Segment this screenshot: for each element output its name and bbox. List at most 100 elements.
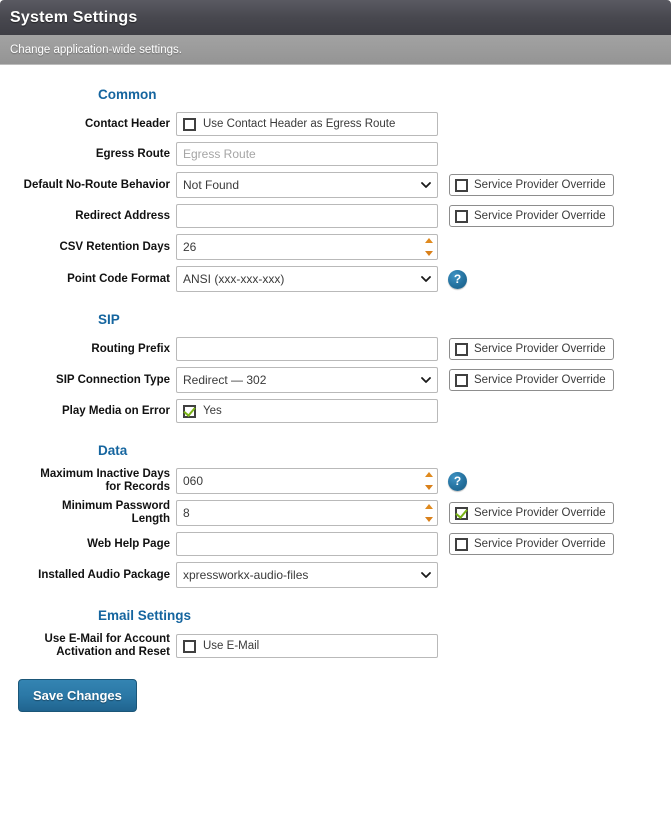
stepper-down-icon[interactable] [424,517,433,522]
override-label: Service Provider Override [474,538,606,550]
maximum-inactive-days-value: 060 [183,474,204,488]
override-label: Service Provider Override [474,210,606,222]
row-default-no-route-behavior: Default No-Route Behavior Not Found Serv… [0,172,671,198]
row-minimum-password-length: Minimum Password Length 8 Service Provid… [0,500,671,526]
override-checkbox[interactable] [455,209,468,223]
override-label: Service Provider Override [474,179,606,191]
help-icon[interactable]: ? [448,269,467,289]
label-installed-audio-package: Installed Audio Package [38,568,170,581]
minimum-password-length-override[interactable]: Service Provider Override [449,502,614,524]
stepper-up-icon[interactable] [424,504,433,509]
stepper-up-icon[interactable] [424,472,433,477]
play-media-on-error-checkbox-label: Yes [203,405,222,417]
row-maximum-inactive-days: Maximum Inactive Days for Records 060 ? [0,468,671,494]
label-line-2: for Records [105,481,170,493]
minimum-password-length-value: 8 [183,506,190,520]
chevron-down-icon [421,274,431,283]
window-titlebar: System Settings [0,0,671,35]
point-code-format-value: ANSI (xxx-xxx-xxx) [183,272,285,286]
default-no-route-behavior-override[interactable]: Service Provider Override [449,174,614,196]
egress-route-input[interactable]: Egress Route [176,142,438,166]
row-play-media-on-error: Play Media on Error Yes [0,399,671,423]
label-sip-connection-type: SIP Connection Type [56,373,170,386]
label-contact-header: Contact Header [85,117,170,130]
row-sip-connection-type: SIP Connection Type Redirect — 302 Servi… [0,367,671,393]
form-actions: Save Changes [18,679,671,712]
installed-audio-package-select[interactable]: xpressworkx-audio-files [176,562,438,588]
stepper-up-icon[interactable] [424,238,433,243]
chevron-down-icon [421,180,431,189]
contact-header-checkbox[interactable] [183,117,196,131]
row-contact-header: Contact Header Use Contact Header as Egr… [0,112,671,136]
help-icon[interactable]: ? [448,471,467,491]
label-line-1: Use E-Mail for Account [44,633,170,645]
row-use-email: Use E-Mail for Account Activation and Re… [0,633,671,659]
row-routing-prefix: Routing Prefix Service Provider Override [0,337,671,361]
label-maximum-inactive-days: Maximum Inactive Days for Records [0,468,176,494]
stepper-down-icon[interactable] [424,485,433,490]
chevron-down-icon [421,570,431,579]
row-web-help-page: Web Help Page Service Provider Override [0,532,671,556]
stepper-arrows-icon[interactable] [424,504,433,522]
maximum-inactive-days-stepper[interactable]: 060 [176,468,438,494]
label-redirect-address: Redirect Address [75,209,170,222]
label-default-no-route-behavior: Default No-Route Behavior [23,178,170,191]
chevron-down-icon [421,375,431,384]
csv-retention-days-stepper[interactable]: 26 [176,234,438,260]
point-code-format-select[interactable]: ANSI (xxx-xxx-xxx) [176,266,438,292]
window-subtitle-bar: Change application-wide settings. [0,35,671,65]
label-csv-retention-days: CSV Retention Days [59,240,170,253]
default-no-route-behavior-select[interactable]: Not Found [176,172,438,198]
default-no-route-behavior-value: Not Found [183,178,240,192]
sip-connection-type-override[interactable]: Service Provider Override [449,369,614,391]
redirect-address-input[interactable] [176,204,438,228]
label-web-help-page: Web Help Page [87,537,170,550]
row-csv-retention-days: CSV Retention Days 26 [0,234,671,260]
override-label: Service Provider Override [474,343,606,355]
label-routing-prefix: Routing Prefix [91,342,170,355]
label-line-2: Length [131,513,170,525]
play-media-on-error-checkbox-field[interactable]: Yes [176,399,438,423]
save-changes-button[interactable]: Save Changes [18,679,137,712]
label-line-1: Minimum Password [62,500,170,512]
row-point-code-format: Point Code Format ANSI (xxx-xxx-xxx) ? [0,266,671,292]
row-egress-route: Egress Route Egress Route [0,142,671,166]
stepper-arrows-icon[interactable] [424,472,433,490]
csv-retention-days-value: 26 [183,240,197,254]
page-subtitle: Change application-wide settings. [10,43,182,56]
override-checkbox[interactable] [455,373,468,387]
use-email-checkbox[interactable] [183,639,196,653]
page-title: System Settings [10,8,138,26]
section-heading-email: Email Settings [98,608,192,623]
label-point-code-format: Point Code Format [67,272,170,285]
routing-prefix-input[interactable] [176,337,438,361]
contact-header-checkbox-field[interactable]: Use Contact Header as Egress Route [176,112,438,136]
row-redirect-address: Redirect Address Service Provider Overri… [0,204,671,228]
override-label: Service Provider Override [474,374,606,386]
section-heading-sip: SIP [98,312,120,327]
stepper-down-icon[interactable] [424,251,433,256]
minimum-password-length-stepper[interactable]: 8 [176,500,438,526]
routing-prefix-override[interactable]: Service Provider Override [449,338,614,360]
override-checkbox[interactable] [455,342,468,356]
web-help-page-input[interactable] [176,532,438,556]
override-checkbox[interactable] [455,537,468,551]
contact-header-checkbox-label: Use Contact Header as Egress Route [203,118,396,130]
settings-form: Common Contact Header Use Contact Header… [0,65,671,712]
sip-connection-type-value: Redirect — 302 [183,373,267,387]
sip-connection-type-select[interactable]: Redirect — 302 [176,367,438,393]
use-email-checkbox-field[interactable]: Use E-Mail [176,634,438,658]
label-minimum-password-length: Minimum Password Length [0,500,176,526]
override-label: Service Provider Override [474,507,606,519]
play-media-on-error-checkbox[interactable] [183,404,196,418]
override-checkbox[interactable] [455,506,468,520]
section-heading-common: Common [98,87,157,102]
web-help-page-override[interactable]: Service Provider Override [449,533,614,555]
stepper-arrows-icon[interactable] [424,238,433,256]
label-use-email: Use E-Mail for Account Activation and Re… [0,633,176,659]
override-checkbox[interactable] [455,178,468,192]
row-installed-audio-package: Installed Audio Package xpressworkx-audi… [0,562,671,588]
use-email-checkbox-label: Use E-Mail [203,640,260,652]
redirect-address-override[interactable]: Service Provider Override [449,205,614,227]
section-heading-data: Data [98,443,128,458]
